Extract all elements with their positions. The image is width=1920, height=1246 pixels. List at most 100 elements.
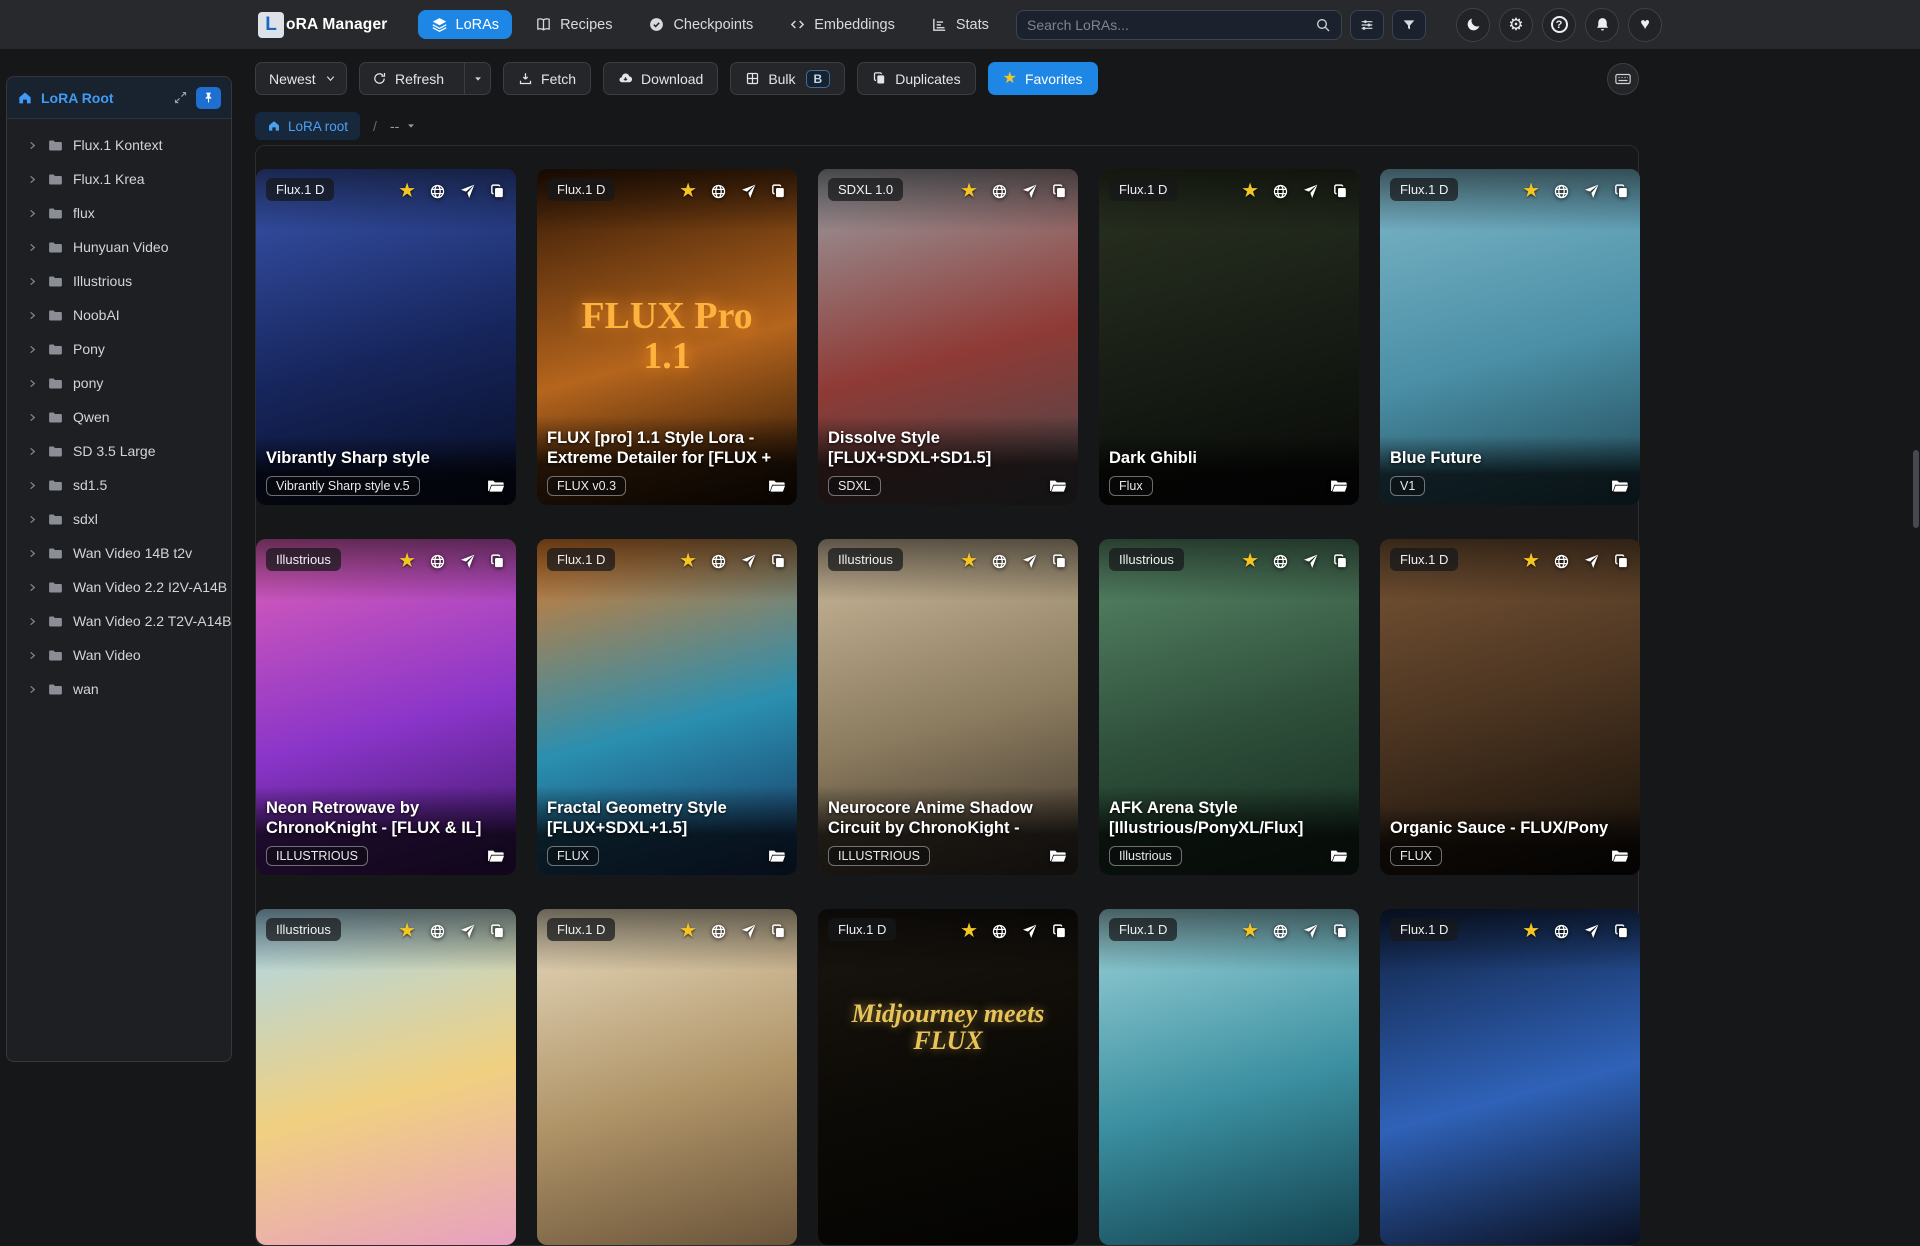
tab-loras[interactable]: LoRAs: [417, 10, 513, 39]
fetch-button[interactable]: Fetch: [503, 62, 592, 95]
pin-sidebar-button[interactable]: [196, 86, 221, 109]
globe-icon[interactable]: [1553, 553, 1570, 570]
send-icon[interactable]: [1583, 553, 1600, 570]
sidebar-root-header[interactable]: LoRA Root: [7, 77, 231, 119]
settings-button[interactable]: ⚙: [1499, 7, 1533, 42]
send-icon[interactable]: [740, 183, 757, 200]
globe-icon[interactable]: [429, 183, 446, 200]
favorite-star-icon[interactable]: ★: [398, 551, 416, 571]
globe-icon[interactable]: [1272, 553, 1289, 570]
support-button[interactable]: ♥: [1628, 7, 1662, 42]
open-folder-icon[interactable]: [1329, 846, 1349, 866]
help-button[interactable]: ?: [1542, 7, 1576, 42]
send-icon[interactable]: [740, 553, 757, 570]
globe-icon[interactable]: [991, 183, 1008, 200]
copy-icon[interactable]: [770, 553, 787, 570]
lora-card[interactable]: SDXL 1.0 ★ Dissolve Style [FLUX+SDXL+SD1…: [818, 169, 1078, 505]
open-folder-icon[interactable]: [486, 846, 506, 866]
sort-dropdown[interactable]: Newest: [255, 62, 347, 95]
copy-icon[interactable]: [770, 183, 787, 200]
globe-icon[interactable]: [429, 553, 446, 570]
notifications-button[interactable]: [1585, 7, 1619, 42]
lora-card[interactable]: Illustrious ★ Neon Retrowave by ChronoKn…: [256, 539, 516, 875]
favorite-star-icon[interactable]: ★: [679, 181, 697, 201]
sidebar-folder-item[interactable]: Pony: [7, 332, 231, 366]
bulk-button[interactable]: Bulk B: [730, 62, 846, 95]
open-folder-icon[interactable]: [767, 476, 787, 496]
copy-icon[interactable]: [489, 183, 506, 200]
globe-icon[interactable]: [1553, 923, 1570, 940]
refresh-button[interactable]: Refresh: [360, 63, 456, 94]
send-icon[interactable]: [1302, 183, 1319, 200]
refresh-options-button[interactable]: [464, 63, 490, 94]
open-folder-icon[interactable]: [486, 476, 506, 496]
globe-icon[interactable]: [710, 923, 727, 940]
copy-icon[interactable]: [1051, 923, 1068, 940]
globe-icon[interactable]: [710, 183, 727, 200]
theme-toggle-button[interactable]: [1456, 7, 1490, 42]
sidebar-folder-item[interactable]: Wan Video 2.2 I2V-A14B: [7, 570, 231, 604]
sidebar-folder-item[interactable]: flux: [7, 196, 231, 230]
sidebar-folder-item[interactable]: wan: [7, 672, 231, 706]
copy-icon[interactable]: [1051, 553, 1068, 570]
favorite-star-icon[interactable]: ★: [398, 181, 416, 201]
globe-icon[interactable]: [710, 553, 727, 570]
globe-icon[interactable]: [991, 923, 1008, 940]
open-folder-icon[interactable]: [1610, 846, 1630, 866]
globe-icon[interactable]: [991, 553, 1008, 570]
tab-recipes[interactable]: Recipes: [522, 10, 625, 39]
open-folder-icon[interactable]: [767, 846, 787, 866]
send-icon[interactable]: [1021, 553, 1038, 570]
favorite-star-icon[interactable]: ★: [1241, 181, 1259, 201]
duplicates-button[interactable]: Duplicates: [857, 62, 976, 95]
send-icon[interactable]: [1302, 553, 1319, 570]
lora-card[interactable]: Flux.1 D ★: [537, 909, 797, 1245]
favorite-star-icon[interactable]: ★: [960, 921, 978, 941]
favorite-star-icon[interactable]: ★: [679, 551, 697, 571]
copy-icon[interactable]: [770, 923, 787, 940]
sidebar-folder-item[interactable]: pony: [7, 366, 231, 400]
lora-card[interactable]: Illustrious ★ Neurocore Anime Shadow Cir…: [818, 539, 1078, 875]
send-icon[interactable]: [740, 923, 757, 940]
lora-card[interactable]: FLUX Pro 1.1 Flux.1 D ★ FLUX [pro] 1.1 S…: [537, 169, 797, 505]
copy-icon[interactable]: [1613, 923, 1630, 940]
lora-card[interactable]: Flux.1 D ★ Organic Sauce - FLUX/Pony FLU…: [1380, 539, 1640, 875]
copy-icon[interactable]: [1332, 923, 1349, 940]
sidebar-folder-item[interactable]: Hunyuan Video: [7, 230, 231, 264]
keyboard-shortcuts-button[interactable]: [1607, 62, 1639, 95]
sidebar-folder-item[interactable]: sdxl: [7, 502, 231, 536]
tab-embeddings[interactable]: Embeddings: [776, 10, 908, 39]
sidebar-folder-item[interactable]: SD 3.5 Large: [7, 434, 231, 468]
open-folder-icon[interactable]: [1610, 476, 1630, 496]
funnel-filter-button[interactable]: [1392, 9, 1426, 40]
favorite-star-icon[interactable]: ★: [960, 181, 978, 201]
lora-card[interactable]: Midjourney meets FLUX Flux.1 D ★: [818, 909, 1078, 1245]
favorites-filter-button[interactable]: ★ Favorites: [987, 62, 1098, 95]
copy-icon[interactable]: [1613, 553, 1630, 570]
globe-icon[interactable]: [1272, 923, 1289, 940]
send-icon[interactable]: [1583, 923, 1600, 940]
favorite-star-icon[interactable]: ★: [679, 921, 697, 941]
copy-icon[interactable]: [1332, 553, 1349, 570]
favorite-star-icon[interactable]: ★: [1241, 551, 1259, 571]
lora-card[interactable]: Flux.1 D ★ Vibrantly Sharp style Vibrant…: [256, 169, 516, 505]
download-button[interactable]: Download: [603, 62, 719, 95]
favorite-star-icon[interactable]: ★: [1522, 921, 1540, 941]
open-folder-icon[interactable]: [1048, 476, 1068, 496]
send-icon[interactable]: [1302, 923, 1319, 940]
copy-icon[interactable]: [489, 923, 506, 940]
lora-card[interactable]: Flux.1 D ★ Fractal Geometry Style [FLUX+…: [537, 539, 797, 875]
lora-card[interactable]: Illustrious ★ AFK Arena Style [Illustrio…: [1099, 539, 1359, 875]
sidebar-folder-item[interactable]: Wan Video 2.2 T2V-A14B: [7, 604, 231, 638]
copy-icon[interactable]: [1613, 183, 1630, 200]
favorite-star-icon[interactable]: ★: [1522, 181, 1540, 201]
globe-icon[interactable]: [1272, 183, 1289, 200]
lora-card[interactable]: Flux.1 D ★ Blue Future V1: [1380, 169, 1640, 505]
scrollbar-thumb[interactable]: [1913, 450, 1919, 528]
send-icon[interactable]: [459, 553, 476, 570]
breadcrumb-root[interactable]: LoRA root: [255, 112, 361, 140]
sidebar-folder-item[interactable]: Wan Video 14B t2v: [7, 536, 231, 570]
favorite-star-icon[interactable]: ★: [398, 921, 416, 941]
copy-icon[interactable]: [1332, 183, 1349, 200]
collapse-icon[interactable]: [173, 90, 188, 105]
